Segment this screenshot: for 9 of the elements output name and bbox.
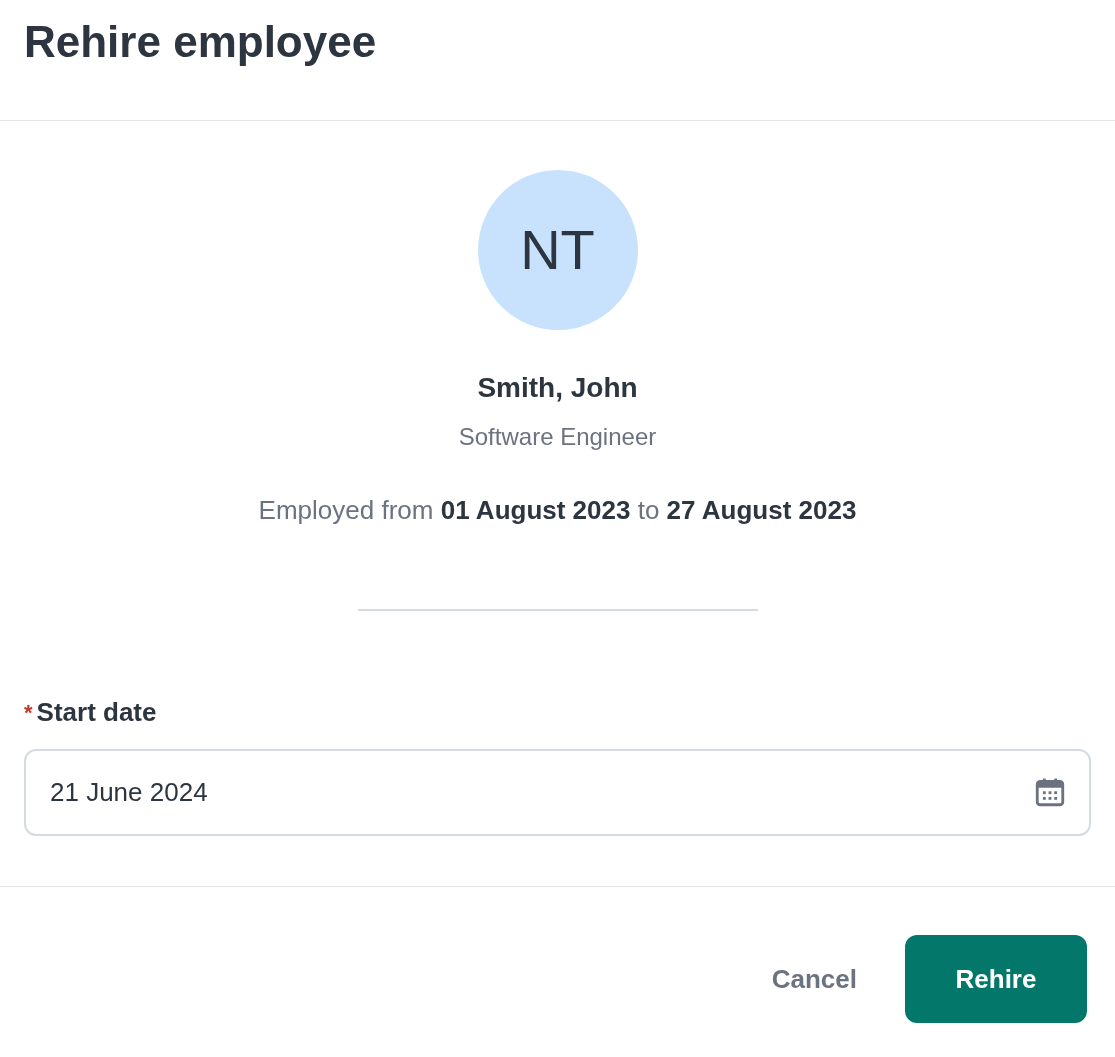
field-label: Start date — [36, 696, 157, 729]
date-field[interactable]: 21 June 2024 — [24, 749, 1091, 836]
employment-period: Employed from 01 August 2023 to 27 August 2023 — [258, 494, 857, 527]
dialog-title: Rehire employee — [24, 16, 377, 68]
required-mark: * — [24, 698, 33, 727]
job-title: Software Engineer — [458, 422, 657, 452]
rehire-button[interactable]: Rehire — [905, 935, 1087, 1023]
employee-name: Smith, John — [477, 371, 638, 405]
avatar: NT — [477, 170, 638, 330]
